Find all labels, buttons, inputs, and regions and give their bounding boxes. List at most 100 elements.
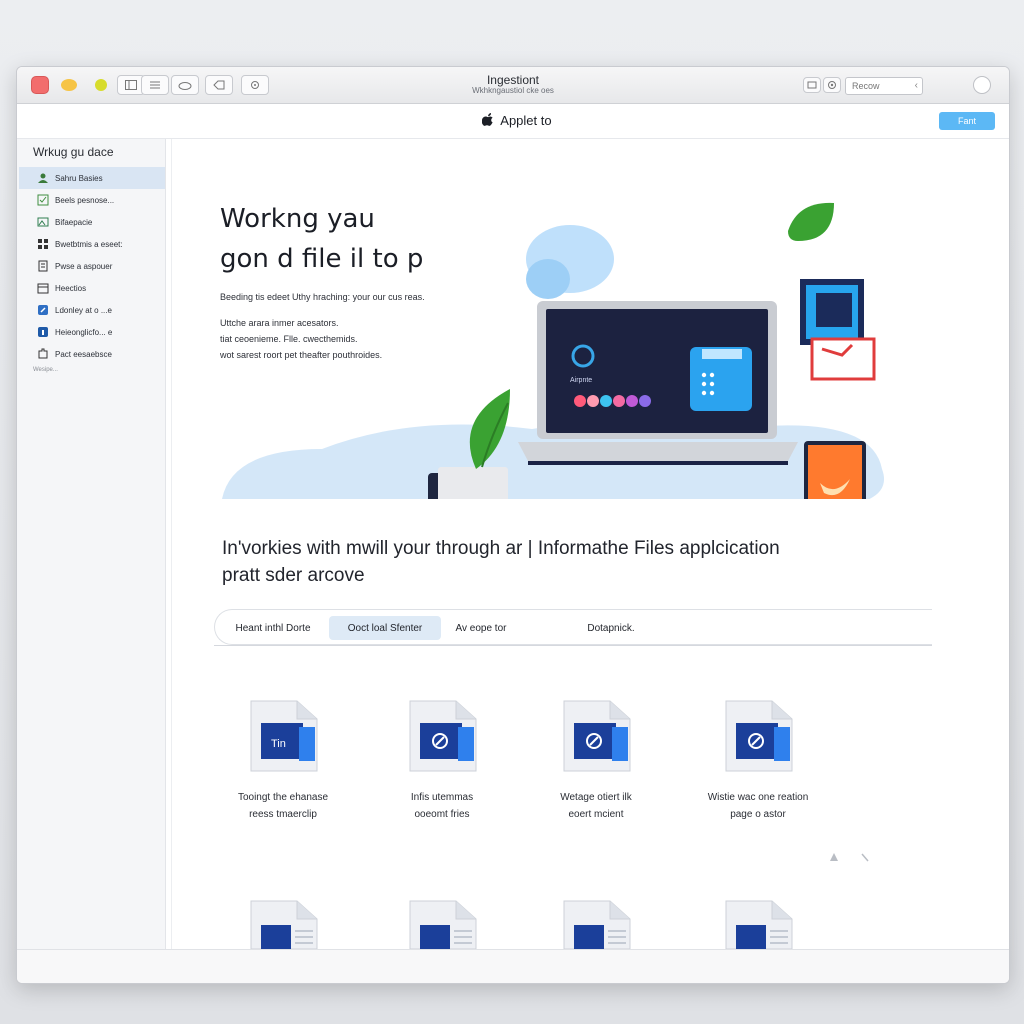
tag-button[interactable] xyxy=(205,75,233,95)
tag-icon xyxy=(213,80,225,90)
file-document-icon xyxy=(563,900,631,949)
app-window: Ingestiont Wkhkngaustiol cke oes Recow ‹… xyxy=(16,66,1010,984)
bubble-small-shape xyxy=(526,259,570,299)
file-card-2[interactable]: Infis utemmas ooeomt fries xyxy=(382,697,502,823)
file-card-5[interactable] xyxy=(223,897,343,949)
file-document-icon xyxy=(725,900,793,949)
zoom-button[interactable] xyxy=(95,79,107,91)
page-icon xyxy=(807,81,817,89)
file-card-3[interactable]: Wetage otiert ilk eoert mcient xyxy=(536,697,656,823)
section-heading-line-1: In'vorkies with mwill your through ar | … xyxy=(222,538,780,559)
info-icon xyxy=(37,326,49,338)
section-heading: In'vorkies with mwill your through ar | … xyxy=(222,535,862,589)
file-card-4[interactable]: Wistie wac one reation page o astor xyxy=(698,697,818,823)
hero-title-line-1: Workng yau xyxy=(220,204,375,234)
share-button[interactable] xyxy=(171,75,199,95)
tab-3[interactable]: Av eope tor xyxy=(441,616,521,640)
document-icon xyxy=(37,260,49,272)
file-caption-line: eoert mcient xyxy=(568,809,624,820)
file-card-8[interactable] xyxy=(698,897,818,949)
file-caption-line: Tooingt the ehanase xyxy=(237,792,329,803)
tab-4[interactable]: Dotapnick. xyxy=(571,616,651,640)
sidebar-item-1[interactable]: Sahru Basies xyxy=(19,167,165,189)
loading-indicator xyxy=(792,851,872,865)
search-clear-icon[interactable]: ‹ xyxy=(915,80,918,91)
forward-button[interactable] xyxy=(823,77,841,93)
tab-bar: Heant inthl Dorte Ooct loal Sfenter Av e… xyxy=(214,609,932,645)
window-title: Ingestiont xyxy=(486,73,540,87)
file-caption-line: Wetage otiert ilk xyxy=(560,792,632,803)
back-button[interactable] xyxy=(803,77,821,93)
check-icon xyxy=(37,194,49,206)
file-card-7[interactable] xyxy=(536,897,656,949)
sidebar-item-9[interactable]: Pact eesaebsce xyxy=(19,343,165,365)
file-document-icon xyxy=(725,700,793,772)
window-subtitle: Wkhkngaustiol cke oes xyxy=(472,86,554,95)
sidebar-item-label: Pact eesaebsce xyxy=(55,349,112,359)
search-placeholder: Recow xyxy=(852,81,880,91)
sidebar-item-6[interactable]: Heectios xyxy=(19,277,165,299)
tab-1[interactable]: Heant inthl Dorte xyxy=(223,616,323,640)
nav-bar: Applet to Fant xyxy=(17,104,1009,139)
sidebar: Wrkug gu dace Sahru Basies Beels pesnose… xyxy=(17,139,166,949)
apple-logo-icon xyxy=(482,113,493,126)
sidebar-item-label: Beels pesnose... xyxy=(55,195,115,205)
gear-icon xyxy=(251,81,259,89)
account-button[interactable] xyxy=(973,76,991,94)
list-icon xyxy=(150,81,160,89)
action-button[interactable] xyxy=(241,75,269,95)
file-caption-line: page o astor xyxy=(730,809,786,820)
section-heading-line-2: pratt sder arcove xyxy=(222,565,365,586)
file-caption: Wetage otiert ilk eoert mcient xyxy=(536,789,656,823)
hero-description: Beeding tis edeet Uthy hraching: your ou… xyxy=(220,289,520,363)
file-card-1[interactable]: Tin Tooingt the ehanase reess tmaerclip xyxy=(223,697,343,823)
file-card-6[interactable] xyxy=(382,897,502,949)
sidebar-item-10[interactable]: Wesipe... xyxy=(19,363,165,377)
sidebar-item-label: Bwetbtmis a eseet: xyxy=(55,239,123,249)
file-document-icon xyxy=(250,900,318,949)
cloud-icon xyxy=(178,82,192,90)
leaf-card-illustration xyxy=(788,202,876,381)
laptop-screen-label: Airpnte xyxy=(570,377,592,384)
hero-detail-line: Uttche arara inmer acesators. xyxy=(220,318,339,328)
file-caption-line: Wistie wac one reation xyxy=(707,792,809,803)
sidebar-item-8[interactable]: Heieonglicfo... e xyxy=(19,321,165,343)
close-button[interactable] xyxy=(31,76,49,94)
file-caption: Infis utemmas ooeomt fries xyxy=(382,789,502,823)
file-document-icon xyxy=(563,700,631,772)
sidebar-item-label: Wesipe... xyxy=(33,367,58,373)
status-bar xyxy=(17,949,1009,983)
file-caption: Wistie wac one reation page o astor xyxy=(698,789,818,823)
hero-lead: Beeding tis edeet Uthy hraching: your ou… xyxy=(220,292,425,302)
list-view-button[interactable] xyxy=(141,75,169,95)
hero-title-line-2: gon d file il to p xyxy=(220,244,424,274)
sidebar-item-3[interactable]: Bifaepacie xyxy=(19,211,165,233)
tab-2[interactable]: Ooct loal Sfenter xyxy=(329,616,441,640)
sidebar-item-4[interactable]: Bwetbtmis a eseet: xyxy=(19,233,165,255)
nav-title-group: Applet to xyxy=(447,113,587,128)
file-document-icon xyxy=(409,900,477,949)
title-bar: Ingestiont Wkhkngaustiol cke oes Recow ‹ xyxy=(17,67,1009,104)
hero-detail-line: wot sarest roort pet theafter pouthroide… xyxy=(220,350,383,360)
sidebar-item-2[interactable]: Beels pesnose... xyxy=(19,189,165,211)
eye-icon xyxy=(828,81,836,89)
sidebar-item-label: Heieonglicfo... e xyxy=(55,327,113,337)
hero-detail-lines: Uttche arara inmer acesators. tiat ceoen… xyxy=(220,315,520,363)
primary-action-button[interactable]: Fant xyxy=(939,112,995,130)
search-input[interactable]: Recow ‹ xyxy=(845,77,923,95)
file-caption: Tooingt the ehanase reess tmaerclip xyxy=(223,789,343,823)
image-icon xyxy=(37,216,49,228)
sidebar-item-label: Heectios xyxy=(55,283,87,293)
sidebar-item-7[interactable]: Ldonley at o ...e xyxy=(19,299,165,321)
file-caption-line: reess tmaerclip xyxy=(249,809,317,820)
file-document-icon: Tin xyxy=(250,700,318,772)
file-caption-line: ooeomt fries xyxy=(414,809,470,820)
spinner-icon xyxy=(830,853,869,862)
sidebar-item-5[interactable]: Pwse a aspouer xyxy=(19,255,165,277)
sidebar-item-label: Bifaepacie xyxy=(55,217,93,227)
svg-text:Tin: Tin xyxy=(271,738,286,750)
tablet-illustration xyxy=(804,441,866,499)
puzzle-icon xyxy=(37,348,49,360)
minimize-button[interactable] xyxy=(61,79,77,91)
link-icon xyxy=(37,304,49,316)
